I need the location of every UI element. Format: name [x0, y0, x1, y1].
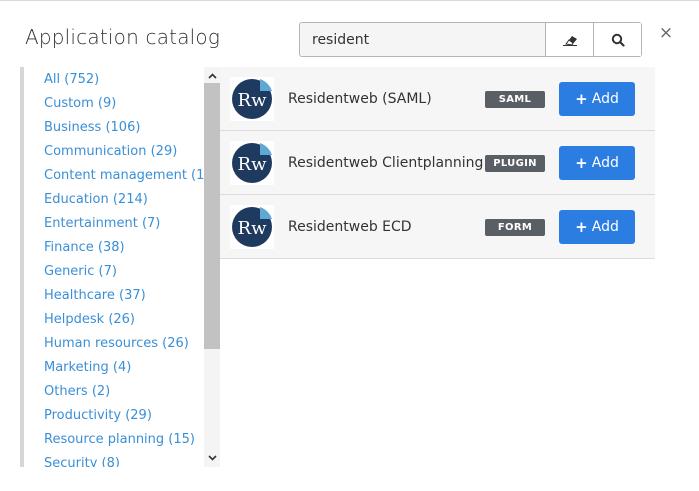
app-type-badge: FORM	[485, 219, 545, 236]
add-button-label: Add	[591, 219, 619, 235]
category-item[interactable]: Entertainment (7)	[44, 216, 160, 232]
app-name: Residentweb (SAML)	[288, 91, 432, 107]
add-app-button[interactable]: + Add	[559, 82, 635, 116]
plus-icon: +	[575, 218, 588, 236]
residentweb-logo: Rw	[230, 141, 274, 185]
eraser-icon	[562, 35, 577, 46]
residentweb-logo: Rw	[230, 77, 274, 121]
scroll-up-icon[interactable]	[204, 69, 220, 83]
app-row: Rw Residentweb Clientplanning PLUGIN + Add	[220, 131, 655, 195]
search-group	[299, 22, 642, 57]
category-item[interactable]: Business (106)	[44, 120, 140, 136]
category-item[interactable]: Productivity (29)	[44, 408, 152, 424]
app-type-badge: SAML	[485, 91, 545, 108]
category-item[interactable]: Generic (7)	[44, 264, 117, 280]
clear-search-button[interactable]	[545, 23, 593, 56]
close-button[interactable]: ×	[658, 24, 674, 42]
residentweb-logo: Rw	[230, 205, 274, 249]
app-row: Rw Residentweb ECD FORM + Add	[220, 195, 655, 259]
category-item[interactable]: Healthcare (37)	[44, 288, 146, 304]
search-input[interactable]	[300, 23, 545, 56]
category-item[interactable]: Security (8)	[44, 456, 120, 467]
add-app-button[interactable]: + Add	[559, 146, 635, 180]
category-item[interactable]: Others (2)	[44, 384, 110, 400]
search-icon	[611, 33, 625, 47]
add-button-label: Add	[591, 155, 619, 171]
svg-text:Rw: Rw	[238, 154, 268, 175]
category-item[interactable]: Helpdesk (26)	[44, 312, 135, 328]
category-item[interactable]: Custom (9)	[44, 96, 116, 112]
category-sidebar: All (752) Custom (9) Business (106) Communi…	[24, 67, 204, 467]
scroll-down-icon[interactable]	[204, 451, 220, 465]
plus-icon: +	[575, 154, 588, 172]
category-item[interactable]: Education (214)	[44, 192, 148, 208]
add-app-button[interactable]: + Add	[559, 210, 635, 244]
category-item[interactable]: Communication (29)	[44, 144, 177, 160]
category-item[interactable]: Finance (38)	[44, 240, 125, 256]
scroll-thumb[interactable]	[204, 83, 220, 349]
app-name: Residentweb Clientplanning	[288, 155, 484, 171]
sidebar-scrollbar[interactable]	[204, 67, 220, 467]
category-item[interactable]: All (752)	[44, 72, 99, 88]
dialog-title: Application catalog	[25, 25, 221, 49]
category-item[interactable]: Human resources (26)	[44, 336, 189, 352]
add-button-label: Add	[591, 91, 619, 107]
plus-icon: +	[575, 90, 588, 108]
svg-text:Rw: Rw	[238, 218, 268, 239]
svg-text:Rw: Rw	[238, 90, 268, 111]
category-item[interactable]: Resource planning (15)	[44, 432, 195, 448]
app-row: Rw Residentweb (SAML) SAML + Add	[220, 67, 655, 131]
category-item[interactable]: Marketing (4)	[44, 360, 131, 376]
modal-top-border	[0, 0, 699, 1]
app-name: Residentweb ECD	[288, 219, 412, 235]
category-item[interactable]: Content management (11)	[44, 168, 204, 184]
search-button[interactable]	[593, 23, 641, 56]
app-type-badge: PLUGIN	[485, 155, 545, 172]
